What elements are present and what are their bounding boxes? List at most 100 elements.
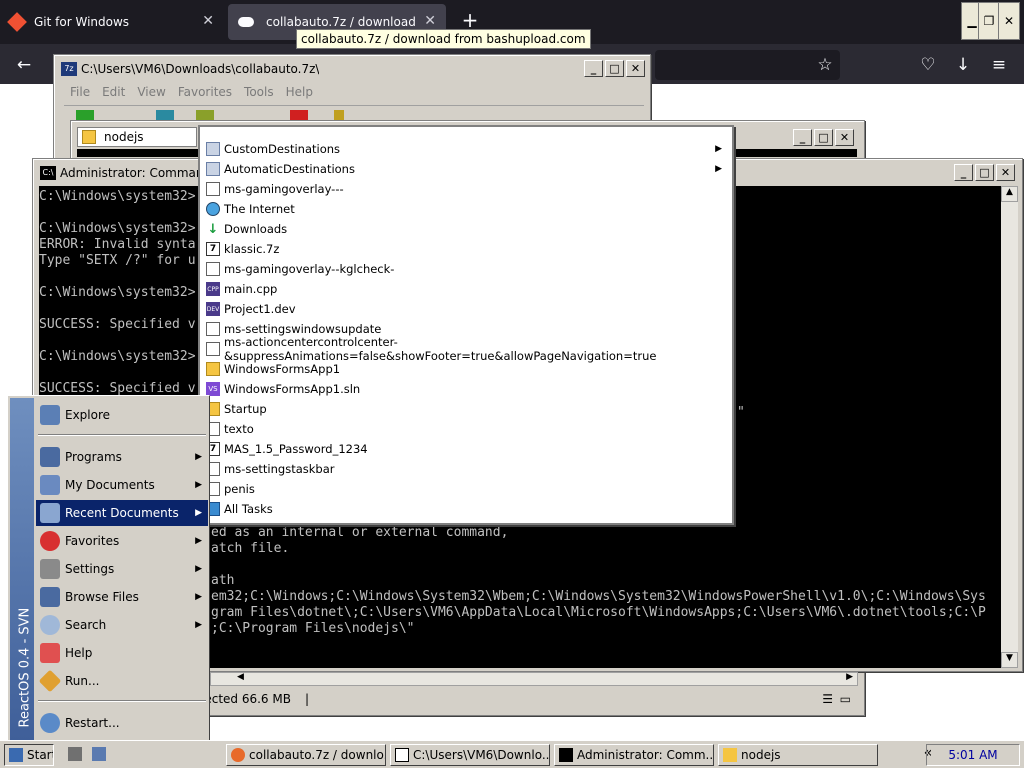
scroll-up-arrow[interactable]: ▲ (1001, 186, 1018, 202)
restore-button[interactable]: ❐ (978, 2, 1000, 40)
thumbnail-view-icon[interactable]: ▭ (840, 692, 851, 706)
quick-launch-explorer-icon[interactable] (92, 747, 106, 761)
pocket-icon[interactable]: ♡ (915, 52, 941, 78)
start-item-recent-documents[interactable]: Recent Documents ▶ (36, 500, 208, 526)
start-item-label: Settings (65, 562, 115, 576)
close-button[interactable]: ✕ (835, 129, 854, 146)
folder-icon (723, 748, 737, 762)
scroll-down-arrow[interactable]: ▼ (1001, 652, 1018, 668)
recent-item-label: Startup (224, 402, 267, 416)
recent-item-label: ms-settingswindowsupdate (224, 322, 382, 336)
menu-icon[interactable]: ≡ (986, 52, 1012, 78)
tab-close-button[interactable]: ✕ (202, 13, 214, 29)
recent-item[interactable]: ms-settingstaskbar (206, 459, 726, 479)
start-item-programs[interactable]: Programs ▶ (36, 444, 208, 470)
recent-item[interactable]: All Tasks (206, 499, 726, 519)
recent-item[interactable]: ms-gamingoverlay--kglcheck- (206, 259, 726, 279)
maximize-button[interactable]: □ (814, 129, 833, 146)
recent-item[interactable]: VS WindowsFormsApp1.sln (206, 379, 726, 399)
scroll-left-arrow[interactable]: ◀ (237, 672, 244, 682)
start-item-run[interactable]: Run... (36, 668, 208, 694)
7zip-icon: 7z (61, 62, 77, 76)
maximize-button[interactable]: □ (975, 164, 994, 181)
recent-item-label: penis (224, 482, 255, 496)
tab-git-for-windows[interactable]: Git for Windows ✕ (0, 4, 224, 40)
taskbar-button-nodejs[interactable]: nodejs (718, 744, 878, 766)
horizontal-scrollbar[interactable]: ◀ ▶ (210, 672, 858, 686)
recent-item[interactable]: CustomDestinations ▶ (206, 139, 726, 159)
scroll-right-arrow[interactable]: ▶ (846, 672, 853, 682)
menu-help[interactable]: Help (280, 83, 319, 101)
start-item-favorites[interactable]: Favorites ▶ (36, 528, 208, 554)
recent-item[interactable]: Startup (206, 399, 726, 419)
start-logo-icon (9, 748, 23, 762)
recent-item[interactable]: texto (206, 419, 726, 439)
menu-view[interactable]: View (131, 83, 171, 101)
start-button[interactable]: Start (4, 744, 54, 766)
search-icon (40, 615, 60, 635)
recent-item-label: klassic.7z (224, 242, 280, 256)
folder-icon (82, 130, 96, 144)
vertical-scrollbar[interactable]: ▲ ▼ (1001, 186, 1018, 668)
start-item-restart[interactable]: Restart... (36, 710, 208, 736)
submenu-arrow-icon: ▶ (195, 508, 202, 518)
folder-icon (206, 142, 220, 156)
start-item-help[interactable]: Help (36, 640, 208, 666)
recent-item[interactable]: penis (206, 479, 726, 499)
taskbar-button-label: nodejs (741, 748, 781, 762)
recent-item[interactable]: DEV Project1.dev (206, 299, 726, 319)
recent-item[interactable]: ms-actioncentercontrolcenter-&suppressAn… (206, 335, 726, 363)
recent-item[interactable]: WindowsFormsApp1 (206, 359, 726, 379)
taskbar-button-7zip[interactable]: C:\Users\VM6\Downlo... (390, 744, 550, 766)
recent-item[interactable]: The Internet (206, 199, 726, 219)
minimize-button[interactable]: _ (954, 164, 973, 181)
console-line: Type "SETX /?" for u (39, 253, 196, 268)
tab-close-button[interactable]: ✕ (424, 13, 436, 29)
start-item-search[interactable]: Search ▶ (36, 612, 208, 638)
recent-item-label: ms-gamingoverlay--kglcheck- (224, 262, 395, 276)
show-desktop-icon[interactable] (68, 747, 82, 761)
heart-icon (40, 531, 60, 551)
downloads-icon[interactable]: ↓ (950, 52, 976, 78)
start-item-browse-files[interactable]: Browse Files ▶ (36, 584, 208, 610)
clock[interactable]: 5:01 AM (948, 748, 997, 762)
details-view-icon[interactable]: ☰ (822, 692, 833, 706)
start-menu: ReactOS 0.4 - SVN Explore Programs ▶ My D… (7, 395, 210, 743)
minimize-button[interactable]: _ (584, 60, 603, 77)
run-icon (38, 669, 62, 693)
menu-tools[interactable]: Tools (238, 83, 280, 101)
7zip-icon (395, 748, 409, 762)
document-icon (206, 262, 220, 276)
bookmark-star-icon[interactable]: ☆ (812, 52, 838, 78)
menu-file[interactable]: File (64, 83, 96, 101)
close-button[interactable]: ✕ (996, 164, 1015, 181)
address-bar[interactable]: nodejs (77, 127, 197, 147)
submenu-arrow-icon: ▶ (715, 144, 722, 154)
menu-bar: File Edit View Favorites Tools Help (64, 83, 319, 101)
console-line: atch file. (211, 541, 290, 556)
recent-item-label: AutomaticDestinations (224, 162, 355, 176)
taskbar-button-cmd[interactable]: Administrator: Comm... (554, 744, 714, 766)
menu-edit[interactable]: Edit (96, 83, 131, 101)
start-item-settings[interactable]: Settings ▶ (36, 556, 208, 582)
close-button[interactable]: ✕ (998, 2, 1020, 40)
console-line: ath (211, 573, 235, 588)
console-line: C:\Windows\system32> (39, 349, 196, 364)
recent-item[interactable]: CPP main.cpp (206, 279, 726, 299)
back-button[interactable]: ← (11, 52, 37, 78)
recent-item-label: texto (224, 422, 254, 436)
recent-item[interactable]: ms-gamingoverlay--- (206, 179, 726, 199)
recent-item[interactable]: 7 klassic.7z (206, 239, 726, 259)
maximize-button[interactable]: □ (605, 60, 624, 77)
taskbar-button-firefox[interactable]: collabauto.7z / downlo... (226, 744, 386, 766)
recent-item[interactable]: ↓ Downloads (206, 219, 726, 239)
title-bar[interactable]: 7z C:\Users\VM6\Downloads\collabauto.7z\… (57, 58, 647, 80)
start-item-explore[interactable]: Explore (36, 402, 208, 428)
start-item-my-documents[interactable]: My Documents ▶ (36, 472, 208, 498)
close-button[interactable]: ✕ (626, 60, 645, 77)
minimize-button[interactable]: _ (793, 129, 812, 146)
menu-favorites[interactable]: Favorites (172, 83, 238, 101)
cmd-icon: C:\ (40, 166, 56, 180)
recent-item[interactable]: 7 MAS_1.5_Password_1234 (206, 439, 726, 459)
recent-item[interactable]: AutomaticDestinations ▶ (206, 159, 726, 179)
